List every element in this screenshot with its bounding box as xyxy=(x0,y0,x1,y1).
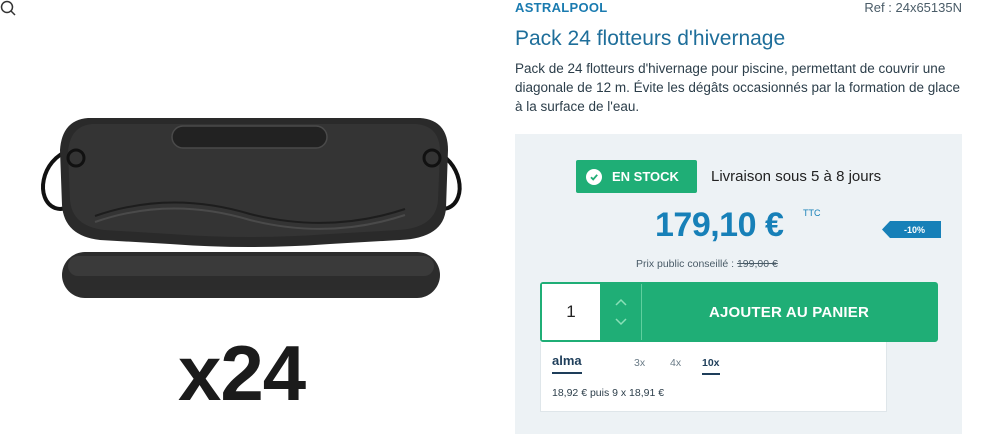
alma-logo: alma xyxy=(552,353,582,374)
check-circle-icon xyxy=(586,168,602,185)
chevron-up-icon[interactable] xyxy=(611,292,631,312)
chevron-down-icon[interactable] xyxy=(611,312,631,332)
stock-label: EN STOCK xyxy=(612,169,679,184)
pack-quantity-overlay: x24 xyxy=(178,329,306,417)
brand-link[interactable]: ASTRALPOOL xyxy=(515,0,608,15)
add-to-cart-row: 1 AJOUTER AU PANIER xyxy=(540,282,938,342)
product-description: Pack de 24 flotteurs d'hivernage pour pi… xyxy=(515,61,961,114)
discount-badge: -10% xyxy=(882,221,941,238)
product-title: Pack 24 flotteurs d'hivernage xyxy=(515,27,786,50)
buy-box: EN STOCK Livraison sous 5 à 8 jours 179,… xyxy=(515,134,962,434)
quantity-stepper xyxy=(600,284,642,340)
zoom-icon[interactable] xyxy=(0,0,16,16)
delivery-time: Livraison sous 5 à 8 jours xyxy=(711,168,882,185)
quantity-input[interactable]: 1 xyxy=(542,284,600,340)
product-image[interactable]: x24 xyxy=(0,0,500,442)
public-price-label: Prix public conseillé : xyxy=(636,258,735,270)
alma-installment-detail: 18,92 € puis 9 x 18,91 € xyxy=(552,387,665,399)
stock-status-badge: EN STOCK xyxy=(576,160,697,193)
public-price-value: 199,00 € xyxy=(736,258,778,270)
public-price: Prix public conseillé : 199,00 € xyxy=(636,258,778,270)
alma-option-10x[interactable]: 10x xyxy=(702,357,720,375)
price-tax-suffix: TTC xyxy=(803,208,821,218)
price: 179,10 € xyxy=(655,206,784,244)
alma-option-3x[interactable]: 3x xyxy=(634,357,645,369)
product-reference: Ref : 24x65135N xyxy=(864,0,962,15)
add-to-cart-button[interactable]: AJOUTER AU PANIER xyxy=(642,284,936,340)
alma-installments: alma 3x 4x 10x 18,92 € puis 9 x 18,91 € xyxy=(540,342,887,412)
alma-option-4x[interactable]: 4x xyxy=(670,357,681,369)
